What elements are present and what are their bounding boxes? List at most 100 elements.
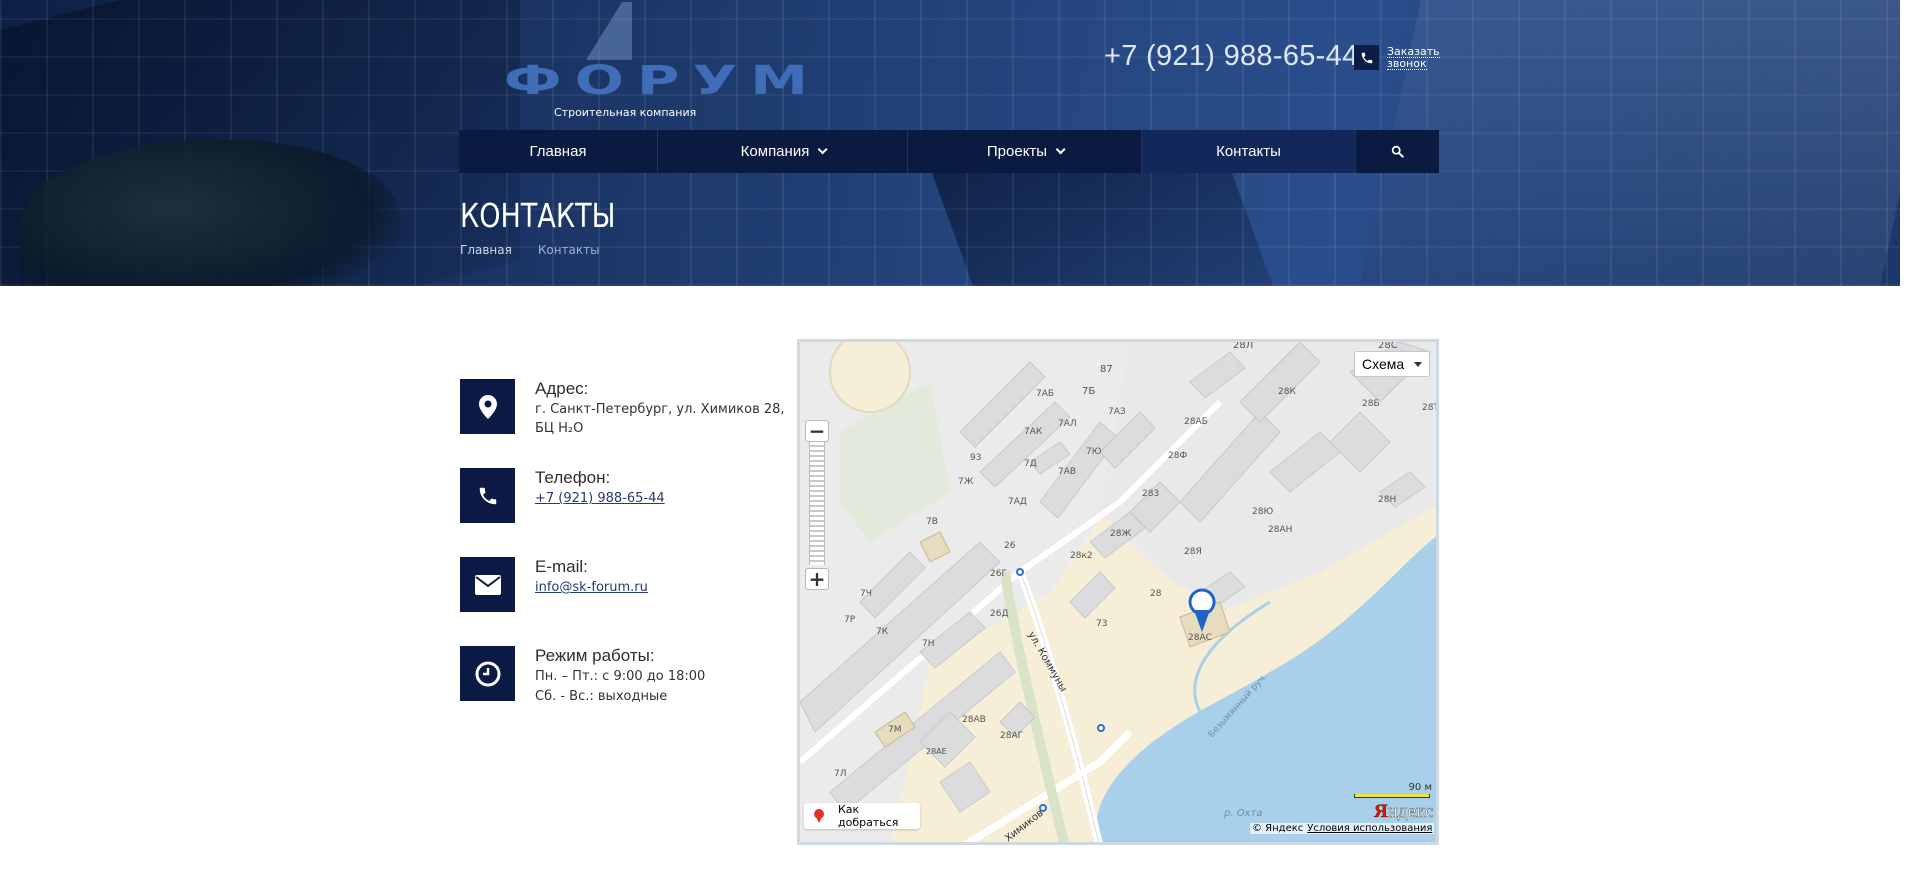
map-label: 7Ч: [860, 589, 872, 599]
yandex-map[interactable]: 28Л 28С 87 7Б 7АБ 7АЗ 7АЛ 7АК 28К 28Б 28…: [797, 339, 1439, 845]
hours-line1: Пн. – Пт.: с 9:00 до 18:00: [535, 669, 706, 684]
logo-subtitle: Строительная компания: [554, 106, 697, 119]
map-copyright: © Яндекс Условия использования: [1250, 823, 1435, 834]
map-label: 28С: [1378, 342, 1398, 351]
map-scale-bar: [1354, 794, 1430, 798]
hours-title: Режим работы:: [535, 646, 655, 665]
nav-item-company[interactable]: Компания: [658, 130, 908, 173]
map-label: 7Н: [922, 639, 935, 649]
phone-link[interactable]: +7 (921) 988-65-44: [535, 491, 665, 506]
email-link[interactable]: info@sk-forum.ru: [535, 580, 648, 595]
map-label: 7Б: [1082, 386, 1095, 397]
map-label: 7АК: [1024, 427, 1043, 437]
map-label: 28АЕ: [926, 747, 947, 756]
map-label: 73: [1096, 619, 1107, 629]
address-line1: г. Санкт-Петербург, ул. Химиков 28,: [535, 402, 785, 417]
breadcrumb: Главная Контакты: [460, 243, 600, 257]
map-label: 7Л: [834, 769, 847, 779]
nav-label: Компания: [740, 143, 810, 160]
breadcrumb-current: Контакты: [537, 243, 600, 257]
contact-phone: Телефон: +7 (921) 988-65-44: [460, 468, 665, 523]
zoom-in-button[interactable]: +: [805, 568, 829, 590]
map-label: 28к2: [1070, 551, 1093, 561]
map-pin-icon: [814, 809, 824, 823]
breadcrumb-home[interactable]: Главная: [460, 243, 512, 257]
contact-email: E-mail: info@sk-forum.ru: [460, 557, 648, 612]
map-label: 28К: [1278, 387, 1296, 397]
map-label: 28Я: [1184, 547, 1202, 557]
map-label: 7К: [876, 627, 889, 637]
map-label: 28АС: [1188, 633, 1212, 643]
map-label: 7М: [888, 725, 902, 735]
chevron-down-icon: [1055, 144, 1066, 155]
main-nav: Главная Компания Проекты Контакты: [459, 130, 1439, 173]
route-button-label: Как добраться: [838, 803, 899, 829]
map-scale-label: 90 м: [1408, 782, 1432, 793]
email-title: E-mail:: [535, 557, 588, 576]
zoom-control[interactable]: − +: [805, 420, 829, 590]
logo-mark-icon: [586, 2, 622, 60]
route-button[interactable]: Как добраться: [804, 803, 920, 829]
chevron-down-icon: [817, 144, 828, 155]
map-label: 28Ю: [1252, 507, 1273, 517]
contact-address: Адрес: г. Санкт-Петербург, ул. Химиков 2…: [460, 379, 785, 439]
map-label: 7В: [926, 517, 938, 527]
map-pin-icon: [460, 379, 515, 434]
map-label: 28Ж: [1110, 529, 1131, 539]
map-label: 26Г: [990, 569, 1007, 579]
clock-icon: [460, 646, 515, 701]
map-label: 7АБ: [1036, 389, 1054, 399]
map-type-select[interactable]: Схема: [1354, 351, 1430, 377]
yandex-logo-text: ндекс: [1387, 801, 1434, 822]
phone-icon: [460, 468, 515, 523]
logo-word: ФОРУМ: [504, 58, 822, 104]
map-label: 28Б: [1362, 399, 1380, 409]
zoom-out-button[interactable]: −: [805, 420, 829, 442]
header-phone[interactable]: +7 (921) 988-65-44: [1104, 40, 1359, 73]
nav-item-home[interactable]: Главная: [459, 130, 658, 173]
map-label: 87: [1100, 364, 1113, 375]
callback-line2: звонок: [1387, 57, 1427, 70]
map-label: 7АЗ: [1108, 407, 1126, 417]
map-label: 28Ф: [1168, 451, 1187, 461]
map-label: 7Р: [844, 615, 856, 625]
map-label: 7АВ: [1058, 467, 1076, 477]
phone-title: Телефон:: [535, 468, 611, 487]
map-label-river: р. Охта: [1223, 808, 1262, 819]
map-label: 28АВ: [962, 715, 986, 725]
yandex-logo[interactable]: Яндекс: [1374, 801, 1434, 823]
map-label: 7Ж: [958, 477, 974, 487]
envelope-icon: [460, 557, 515, 612]
logo-mark-bar: [622, 2, 632, 60]
map-label: 28АБ: [1184, 417, 1208, 427]
map-label: 28Л: [1233, 342, 1253, 351]
nav-label: Проекты: [986, 143, 1048, 160]
map-label: 28Н: [1378, 495, 1396, 505]
zoom-slider[interactable]: [809, 442, 825, 565]
map-label: 93: [970, 453, 981, 463]
map-label: 7Ю: [1086, 447, 1102, 457]
callback-link[interactable]: Заказать звонок: [1387, 46, 1440, 70]
logo[interactable]: ФОРУМ Строительная компания: [496, 2, 808, 119]
map-label: 7АЛ: [1058, 419, 1077, 429]
map-label: 28АН: [1268, 525, 1292, 535]
nav-item-projects[interactable]: Проекты: [908, 130, 1142, 173]
nav-item-contacts[interactable]: Контакты: [1142, 130, 1356, 173]
map-label: 28АГ: [1000, 731, 1023, 741]
terms-link[interactable]: Условия использования: [1307, 823, 1432, 834]
map-label: 26: [1004, 541, 1016, 551]
map-label: 26Д: [990, 609, 1008, 619]
map-label: 28: [1150, 589, 1162, 599]
map-label: 7АД: [1008, 497, 1027, 507]
address-line2: БЦ H₂O: [535, 421, 584, 436]
map-canvas[interactable]: 28Л 28С 87 7Б 7АБ 7АЗ 7АЛ 7АК 28К 28Б 28…: [800, 342, 1439, 845]
hero-banner: ФОРУМ Строительная компания +7 (921) 988…: [0, 0, 1900, 286]
phone-icon[interactable]: [1354, 45, 1379, 70]
nav-label: Контакты: [1216, 143, 1281, 160]
nav-label: Главная: [529, 143, 587, 160]
address-title: Адрес:: [535, 379, 589, 398]
nav-search-button[interactable]: [1356, 130, 1439, 173]
page-title: КОНТАКТЫ: [460, 196, 616, 235]
map-label: 28Т: [1422, 403, 1439, 413]
search-icon: [1391, 145, 1404, 158]
